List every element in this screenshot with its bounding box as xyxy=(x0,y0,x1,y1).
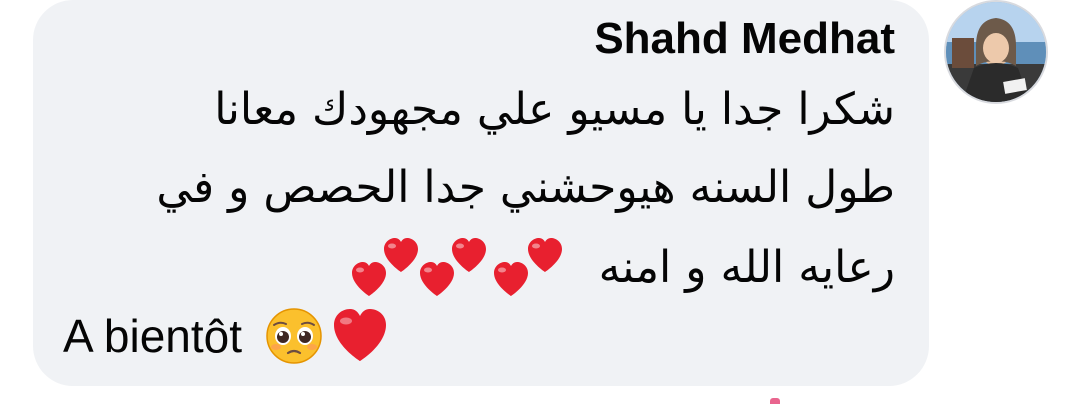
comment-text-line-3: رعايه الله و امنه xyxy=(598,242,895,293)
comment-text-line-2: طول السنه هيوحشني جدا الحصص و في xyxy=(156,162,895,213)
comment-text-line-4: A bientôt xyxy=(63,306,390,366)
author-avatar[interactable] xyxy=(944,0,1048,104)
comment-author-name[interactable]: Shahd Medhat xyxy=(594,14,895,64)
pleading-face-icon xyxy=(266,308,322,364)
hearts-emoji-group xyxy=(345,232,585,312)
comment-bubble[interactable]: Shahd Medhat شكرا جدا يا مسيو علي مجهودك… xyxy=(33,0,929,386)
reaction-indicator xyxy=(770,398,780,404)
avatar-photo xyxy=(946,2,1046,102)
red-heart-icon xyxy=(384,238,418,272)
comment-text-line-1: شكرا جدا يا مسيو علي مجهودك معانا xyxy=(214,84,895,135)
red-heart-icon xyxy=(452,238,486,272)
comment-thread: Shahd Medhat شكرا جدا يا مسيو علي مجهودك… xyxy=(0,0,1080,404)
red-heart-icon xyxy=(334,309,387,361)
red-heart-icon xyxy=(528,238,562,272)
comment-text-line-4-label: A bientôt xyxy=(63,310,243,362)
